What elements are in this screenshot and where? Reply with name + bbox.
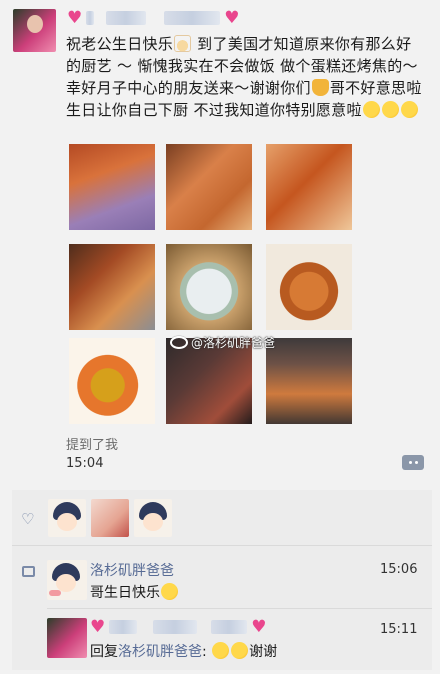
heart-emoji-icon: ♥ <box>90 616 106 637</box>
photo-thumbnail[interactable] <box>166 144 252 230</box>
mention-label[interactable]: 提到了我 <box>66 434 118 453</box>
heart-emoji-icon: ♥ <box>67 7 83 28</box>
dot-icon <box>414 461 418 464</box>
liker-avatar[interactable] <box>48 499 86 537</box>
kissing-face-emoji-icon <box>362 101 380 118</box>
likes-row: ♡ <box>12 490 432 546</box>
redacted-name-segment <box>153 620 198 634</box>
comment-text-content: 哥生日快乐 <box>90 585 160 601</box>
feedback-panel: ♡ 洛杉矶胖爸爸 15:06 哥生日快乐 ♥ ♥ 15:11 回复洛杉矶胖爸爸:… <box>12 490 432 670</box>
reply-separator: : <box>202 644 207 660</box>
photo-thumbnail[interactable] <box>69 144 155 230</box>
post-text-part: 祝老公生日快乐 <box>66 35 174 53</box>
commenter-name[interactable]: ♥ ♥ <box>90 618 267 636</box>
photo-thumbnail[interactable] <box>266 144 352 230</box>
weibo-logo-icon <box>170 336 188 349</box>
heart-emoji-icon: ♥ <box>224 7 240 28</box>
reply-to-name[interactable]: 洛杉矶胖爸爸 <box>118 644 202 660</box>
dot-icon <box>408 461 412 464</box>
comment-text[interactable]: 回复洛杉矶胖爸爸: 谢谢 <box>90 641 277 661</box>
cat-emoji-icon <box>311 79 329 96</box>
comment-more-button[interactable] <box>402 455 424 470</box>
commenter-avatar[interactable] <box>47 560 87 600</box>
comment-text[interactable]: 哥生日快乐 <box>90 582 179 602</box>
photo-thumbnail[interactable] <box>266 338 352 424</box>
cartoon-face <box>57 513 77 531</box>
cartoon-blush <box>49 590 61 596</box>
comment-bubble-icon <box>22 566 35 577</box>
reply-prefix: 回复 <box>90 644 118 660</box>
grinning-face-emoji-icon <box>161 583 178 600</box>
redacted-name-segment <box>106 11 147 25</box>
kissing-face-emoji-icon <box>381 101 399 118</box>
redacted-name-segment <box>109 620 138 634</box>
cartoon-face <box>143 513 163 531</box>
post-text: 祝老公生日快乐 到了美国才知道原来你有那么好的厨艺 ～ 惭愧我实在不会做饭 做个… <box>66 33 426 121</box>
thinking-face-emoji-icon <box>231 642 249 659</box>
redacted-name-segment <box>211 620 248 634</box>
commenter-avatar[interactable] <box>47 618 87 658</box>
author-avatar[interactable] <box>13 9 56 52</box>
photo-thumbnail[interactable] <box>266 244 352 330</box>
heart-emoji-icon: ♥ <box>251 616 267 637</box>
author-name[interactable]: ♥ ♥ <box>67 8 240 28</box>
redacted-name-segment <box>86 11 95 25</box>
commenter-name[interactable]: 洛杉矶胖爸爸 <box>90 560 174 580</box>
watermark-text: @洛杉矶胖爸爸 <box>191 336 276 350</box>
post-time: 15:04 <box>66 456 104 471</box>
comment-time: 15:06 <box>380 562 418 577</box>
liker-avatar[interactable] <box>134 499 172 537</box>
photo-thumbnail[interactable] <box>69 338 155 424</box>
moments-post: ♥ ♥ 祝老公生日快乐 到了美国才知道原来你有那么好的厨艺 ～ 惭愧我实在不会做… <box>0 0 440 490</box>
birthday-cake-emoji-icon <box>174 35 192 52</box>
photo-thumbnail[interactable] <box>166 244 252 330</box>
weibo-watermark: @洛杉矶胖爸爸 <box>170 334 275 351</box>
kissing-face-emoji-icon <box>400 101 418 118</box>
comment-divider <box>47 608 432 609</box>
comment-time: 15:11 <box>380 622 418 637</box>
heart-outline-icon: ♡ <box>21 510 35 528</box>
photo-thumbnail[interactable] <box>69 244 155 330</box>
comment-text-content: 谢谢 <box>249 644 278 660</box>
thinking-face-emoji-icon <box>212 642 230 659</box>
redacted-name-segment <box>164 11 221 25</box>
liker-avatar[interactable] <box>91 499 129 537</box>
